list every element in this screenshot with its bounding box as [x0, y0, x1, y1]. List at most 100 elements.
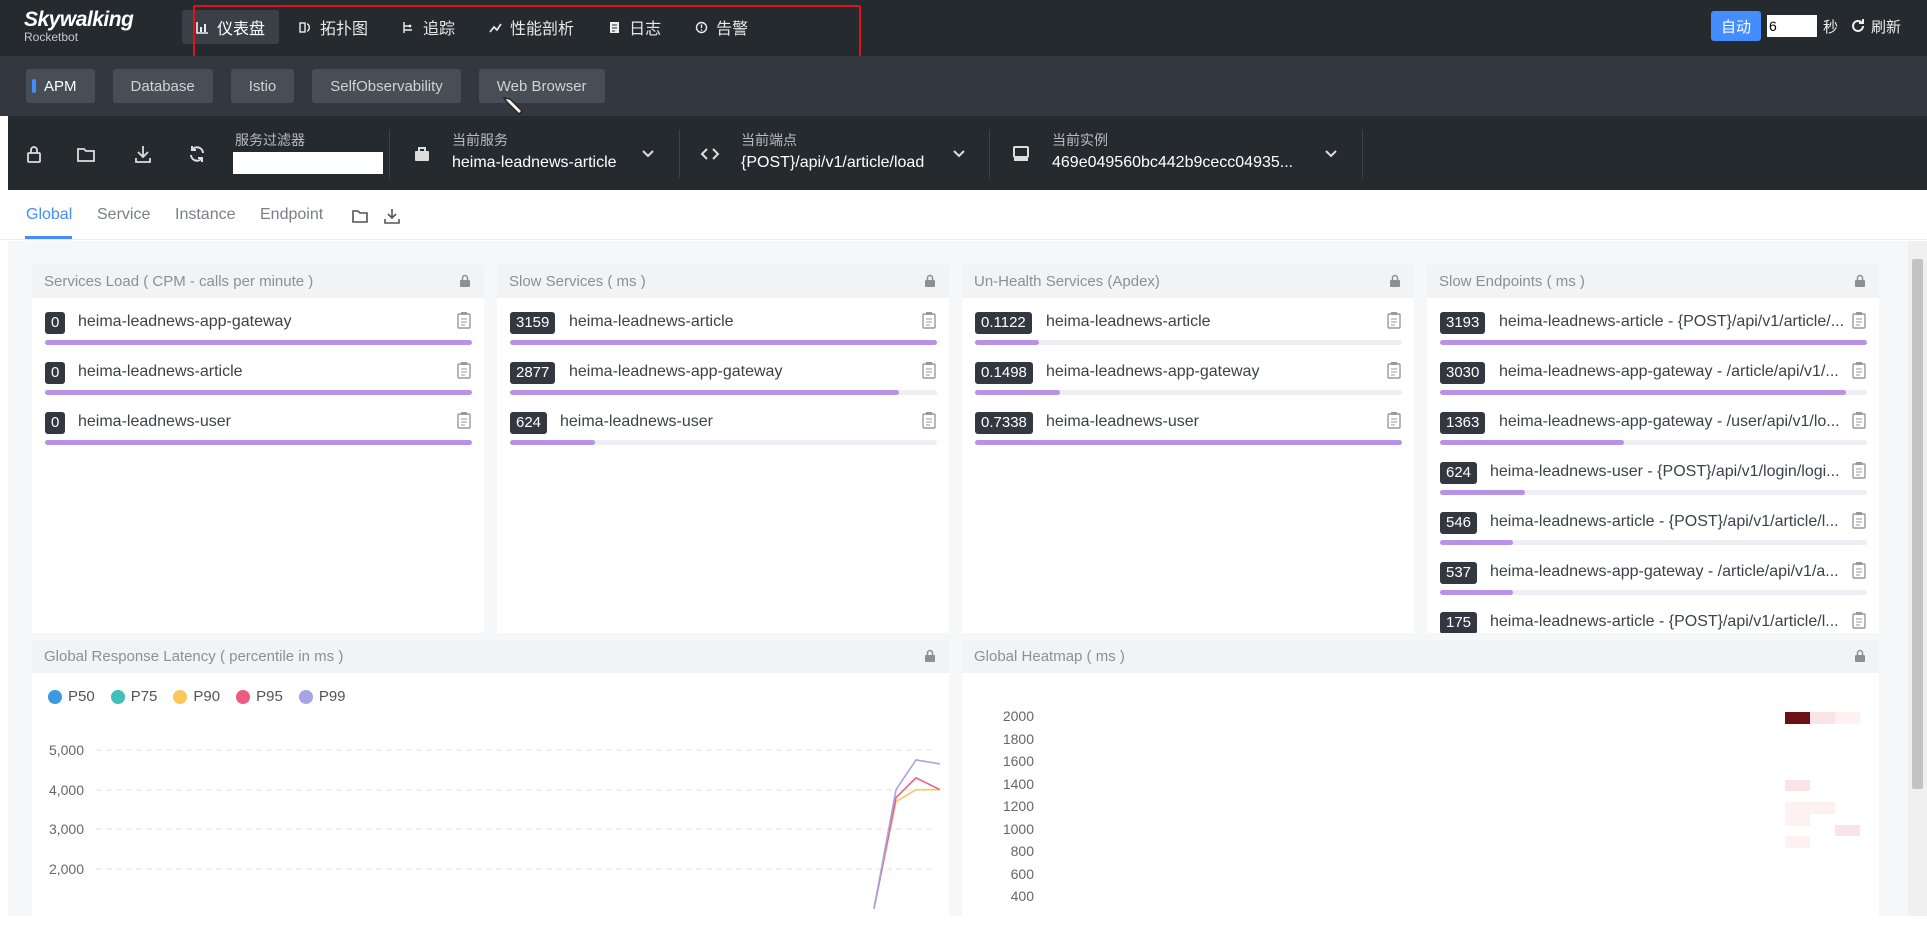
- logo[interactable]: Skywalking Rocketbot: [24, 8, 134, 44]
- list-item[interactable]: 0.1498 heima-leadnews-app-gateway: [975, 357, 1402, 407]
- current-endpoint-select[interactable]: 当前端点 {POST}/api/v1/article/load: [741, 130, 924, 172]
- group-tab-istio[interactable]: Istio: [230, 69, 295, 103]
- clipboard-icon[interactable]: [1851, 411, 1867, 429]
- legend-item-p99[interactable]: P99: [298, 688, 346, 705]
- current-endpoint-label: 当前端点: [741, 132, 797, 148]
- lock-icon[interactable]: [923, 649, 937, 663]
- list-item[interactable]: 624 heima-leadnews-user - {POST}/api/v1/…: [1440, 457, 1867, 507]
- tab-instance[interactable]: Instance: [175, 206, 235, 224]
- download-icon[interactable]: [383, 207, 401, 225]
- top-nav-bar: Skywalking Rocketbot 仪表盘 拓扑图 追踪 性能剖析 日志 …: [0, 0, 1927, 59]
- panel-slow-endpoints: Slow Endpoints ( ms ) 3193 heima-leadnew…: [1427, 265, 1879, 633]
- group-tab-database[interactable]: Database: [112, 69, 213, 103]
- nav-item-log[interactable]: 日志: [594, 10, 675, 44]
- clipboard-icon[interactable]: [1851, 511, 1867, 529]
- list-item[interactable]: 0.7338 heima-leadnews-user: [975, 407, 1402, 457]
- nav-item-profile[interactable]: 性能剖析: [475, 10, 588, 44]
- instance-icon: [1013, 146, 1029, 161]
- value-badge: 1363: [1440, 412, 1486, 434]
- group-tab-apm[interactable]: APM: [26, 69, 95, 103]
- clipboard-icon[interactable]: [456, 361, 472, 379]
- clipboard-icon[interactable]: [921, 361, 937, 379]
- list-item[interactable]: 537 heima-leadnews-app-gateway - /articl…: [1440, 557, 1867, 607]
- list-item[interactable]: 175 heima-leadnews-article - {POST}/api/…: [1440, 607, 1867, 633]
- y-tick-label: 600: [1011, 866, 1035, 882]
- refresh-interval-input[interactable]: [1766, 15, 1817, 37]
- toolbar-divider: [1362, 130, 1363, 178]
- list-item[interactable]: 0 heima-leadnews-article: [45, 357, 472, 407]
- value-badge: 3030: [1440, 362, 1486, 384]
- legend-item-p95[interactable]: P95: [236, 688, 283, 705]
- folder-icon[interactable]: [76, 144, 96, 164]
- value-badge: 0.1122: [975, 312, 1032, 334]
- tab-global[interactable]: Global: [26, 206, 72, 224]
- list-item[interactable]: 1363 heima-leadnews-app-gateway - /user/…: [1440, 407, 1867, 457]
- lock-icon[interactable]: [458, 274, 472, 288]
- refresh-button[interactable]: 刷新: [1850, 16, 1901, 37]
- progress-track: [510, 440, 937, 445]
- clipboard-icon[interactable]: [1851, 311, 1867, 329]
- clipboard-icon[interactable]: [456, 311, 472, 329]
- lock-icon[interactable]: [1853, 274, 1867, 288]
- clipboard-icon[interactable]: [1851, 461, 1867, 479]
- clipboard-icon[interactable]: [1851, 611, 1867, 629]
- list-item[interactable]: 0 heima-leadnews-user: [45, 407, 472, 457]
- chevron-down-icon[interactable]: [640, 146, 656, 162]
- page-scrollbar[interactable]: [1908, 241, 1927, 916]
- clipboard-icon[interactable]: [1851, 361, 1867, 379]
- clipboard-icon[interactable]: [1386, 311, 1402, 329]
- nav-item-alarm[interactable]: 告警: [681, 10, 762, 44]
- current-endpoint-value: {POST}/api/v1/article/load: [741, 154, 925, 171]
- tab-endpoint[interactable]: Endpoint: [260, 206, 323, 224]
- group-tab-selfobservability[interactable]: SelfObservability: [312, 69, 461, 103]
- current-instance-select[interactable]: 当前实例 469e049560bc442b9cecc04935...: [1052, 130, 1293, 172]
- legend-item-p75[interactable]: P75: [110, 688, 157, 705]
- list-item[interactable]: 2877 heima-leadnews-app-gateway: [510, 357, 937, 407]
- list-item[interactable]: 546 heima-leadnews-article - {POST}/api/…: [1440, 507, 1867, 557]
- current-service-select[interactable]: 当前服务 heima-leadnews-article: [452, 130, 617, 172]
- folder-icon[interactable]: [351, 207, 369, 225]
- download-icon[interactable]: [133, 144, 153, 164]
- group-tab-web-browser[interactable]: Web Browser: [478, 69, 605, 103]
- list-item[interactable]: 624 heima-leadnews-user: [510, 407, 937, 457]
- progress-fill: [975, 340, 1040, 345]
- clipboard-icon[interactable]: [1386, 361, 1402, 379]
- service-filter-input[interactable]: [233, 152, 383, 174]
- list-item[interactable]: 3030 heima-leadnews-app-gateway - /artic…: [1440, 357, 1867, 407]
- list-item[interactable]: 3193 heima-leadnews-article - {POST}/api…: [1440, 307, 1867, 357]
- value-badge: 0.1498: [975, 362, 1033, 384]
- sync-icon[interactable]: [187, 144, 207, 164]
- list-item[interactable]: 0.1122 heima-leadnews-article: [975, 307, 1402, 357]
- lock-icon[interactable]: [1388, 274, 1402, 288]
- lock-icon[interactable]: [923, 274, 937, 288]
- nav-item-topology[interactable]: 拓扑图: [285, 10, 382, 44]
- list-item[interactable]: 3159 heima-leadnews-article: [510, 307, 937, 357]
- list-item[interactable]: 0 heima-leadnews-app-gateway: [45, 307, 472, 357]
- main-nav: 仪表盘 拓扑图 追踪 性能剖析 日志 告警: [182, 10, 762, 44]
- clipboard-icon[interactable]: [1851, 561, 1867, 579]
- y-tick-label: 4,000: [49, 782, 84, 798]
- clipboard-icon[interactable]: [921, 411, 937, 429]
- legend-label: P95: [256, 688, 283, 705]
- chevron-down-icon[interactable]: [951, 146, 967, 162]
- auto-refresh-button[interactable]: 自动: [1710, 11, 1761, 41]
- legend-dot: [236, 689, 251, 704]
- nav-item-trace[interactable]: 追踪: [388, 10, 469, 44]
- logo-subtitle: Rocketbot: [24, 30, 79, 44]
- chevron-down-icon[interactable]: [1323, 146, 1339, 162]
- legend-dot: [173, 689, 188, 704]
- endpoint-name: heima-leadnews-article - {POST}/api/v1/a…: [1490, 513, 1839, 530]
- lock-icon[interactable]: [1853, 649, 1867, 663]
- scrollbar-thumb[interactable]: [1912, 259, 1923, 789]
- lock-icon[interactable]: [24, 144, 44, 164]
- tab-service[interactable]: Service: [97, 206, 150, 224]
- legend-item-p50[interactable]: P50: [48, 688, 95, 705]
- clipboard-icon[interactable]: [921, 311, 937, 329]
- y-tick-label: 1400: [1003, 776, 1034, 792]
- y-tick-label: 5,000: [49, 742, 84, 758]
- clipboard-icon[interactable]: [456, 411, 472, 429]
- legend-item-p90[interactable]: P90: [173, 688, 220, 705]
- nav-item-dashboard[interactable]: 仪表盘: [182, 10, 280, 44]
- clipboard-icon[interactable]: [1386, 411, 1402, 429]
- nav-label: 追踪: [423, 21, 456, 38]
